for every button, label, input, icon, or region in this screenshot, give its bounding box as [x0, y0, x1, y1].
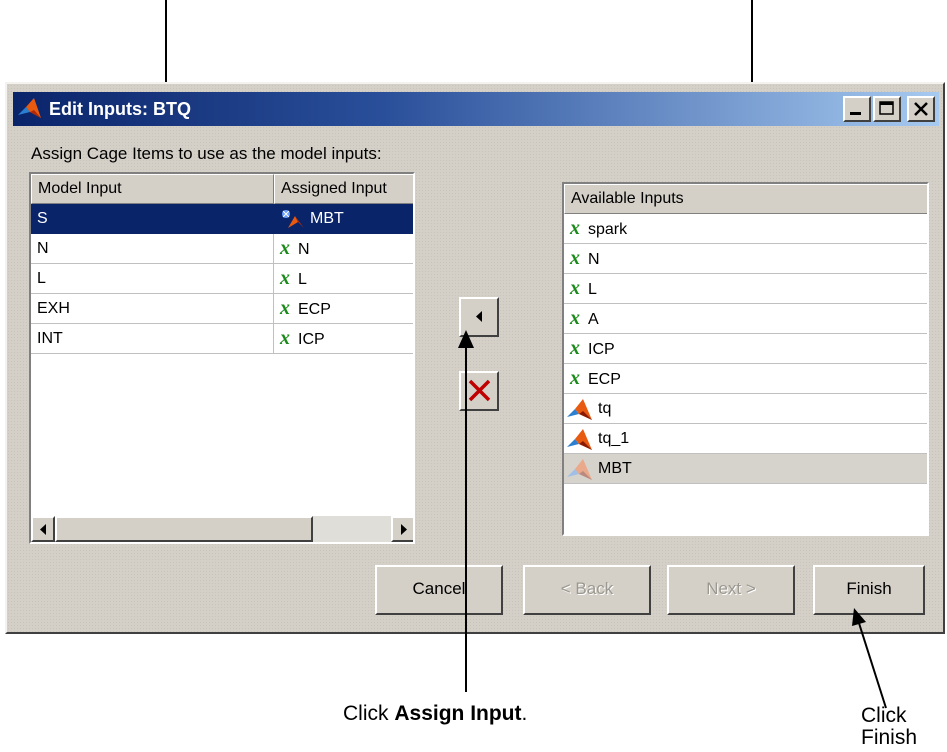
arrow-right-icon	[401, 524, 407, 535]
list-item-cell: x ICP	[564, 334, 927, 364]
model-input-cell: EXH	[31, 294, 274, 324]
model-icon	[567, 428, 592, 450]
list-item[interactable]: tq_1	[564, 424, 927, 454]
list-item-label: N	[588, 251, 600, 268]
list-item-label: tq	[598, 400, 612, 417]
assigned-input-label: L	[298, 271, 307, 288]
list-item-cell: xN	[564, 244, 927, 274]
finish-callout-line2: Finish	[861, 726, 918, 749]
maximize-button[interactable]	[873, 96, 901, 122]
list-item[interactable]: tq	[564, 394, 927, 424]
variable-x-icon: x	[570, 337, 580, 359]
table-row[interactable]: INT x ICP	[31, 324, 413, 354]
callout-bold: Assign Input	[394, 702, 522, 725]
list-item-label: L	[588, 281, 597, 298]
mbt-function-icon	[282, 209, 304, 228]
minimize-button[interactable]	[843, 96, 871, 122]
scroll-left-button[interactable]	[31, 516, 55, 542]
column-header-available-inputs[interactable]: Available Inputs	[564, 184, 927, 214]
variable-x-icon: x	[570, 247, 580, 269]
maximize-icon	[879, 101, 894, 115]
horizontal-scrollbar[interactable]	[31, 516, 413, 542]
list-item-label: ECP	[588, 371, 621, 388]
table-row[interactable]: S MBT	[31, 204, 413, 234]
window-title: Edit Inputs: BTQ	[49, 99, 191, 119]
list-item[interactable]: MBT	[564, 454, 927, 484]
window-controls	[843, 96, 935, 122]
assigned-input-label: N	[298, 241, 310, 258]
instruction-text: Assign Cage Items to use as the model in…	[31, 144, 382, 163]
close-icon	[914, 102, 928, 116]
arrow-left-icon	[40, 524, 46, 535]
list-item-cell: tq	[564, 394, 927, 424]
minimize-icon	[850, 112, 861, 115]
variable-x-icon: x	[570, 367, 580, 389]
list-item[interactable]: x spark	[564, 214, 927, 244]
model-input-cell: N	[31, 234, 274, 264]
list-item-label: ICP	[588, 341, 615, 358]
assigned-input-label: ECP	[298, 301, 331, 318]
variable-x-icon: x	[280, 237, 290, 259]
list-item[interactable]: x ECP	[564, 364, 927, 394]
variable-x-icon: x	[280, 327, 290, 349]
assigned-input-cell: xL	[274, 264, 413, 294]
list-item-cell: xA	[564, 304, 927, 334]
model-input-cell: S	[31, 204, 274, 234]
list-item-label: A	[588, 311, 599, 328]
table-row[interactable]: N xN	[31, 234, 413, 264]
list-item-cell: x spark	[564, 214, 927, 244]
model-input-table: Model Input Assigned Input S MBT N xN L …	[29, 172, 415, 544]
close-button[interactable]	[907, 96, 935, 122]
list-item[interactable]: xA	[564, 304, 927, 334]
table-row[interactable]: EXH x ECP	[31, 294, 413, 324]
callout-prefix: Click	[343, 702, 395, 725]
title-bar[interactable]: Edit Inputs: BTQ	[13, 92, 939, 126]
list-item-cell: xL	[564, 274, 927, 304]
variable-x-icon: x	[570, 277, 580, 299]
model-input-cell: INT	[31, 324, 274, 354]
scroll-thumb[interactable]	[55, 516, 313, 542]
assigned-input-cell: MBT	[274, 204, 413, 234]
edit-inputs-dialog: Edit Inputs: BTQ Assign Cage Items to us…	[5, 82, 945, 634]
remove-x-icon	[468, 379, 491, 402]
variable-x-icon: x	[280, 297, 290, 319]
model-input-cell: L	[31, 264, 274, 294]
column-header-model-input[interactable]: Model Input	[31, 174, 274, 204]
arrow-left-icon	[476, 311, 482, 322]
list-item[interactable]: xN	[564, 244, 927, 274]
callout-suffix: .	[521, 702, 528, 725]
list-item-cell: x ECP	[564, 364, 927, 394]
assigned-input-cell: x ECP	[274, 294, 413, 324]
list-item-cell: MBT	[564, 454, 927, 484]
back-button[interactable]: < Back	[523, 565, 651, 615]
list-item-label: tq_1	[598, 430, 630, 447]
scroll-right-button[interactable]	[391, 516, 413, 542]
list-item-cell: tq_1	[564, 424, 927, 454]
list-item-label: MBT	[598, 460, 632, 477]
annotation-line-finish	[852, 608, 887, 709]
table-row[interactable]: L xL	[31, 264, 413, 294]
assigned-input-label: MBT	[310, 210, 344, 227]
available-inputs-list: Available Inputs x spark xN xL xA x ICP xE…	[562, 182, 929, 536]
column-header-assigned-input[interactable]: Assigned Input	[274, 174, 413, 204]
matlab-logo-icon	[18, 98, 41, 118]
variable-x-icon: x	[570, 217, 580, 239]
finish-callout-line1: Click	[861, 704, 907, 727]
model-icon	[567, 398, 592, 420]
assigned-input-label: ICP	[298, 331, 325, 348]
variable-x-icon: x	[280, 267, 290, 289]
list-item[interactable]: xL	[564, 274, 927, 304]
list-item-label: spark	[588, 221, 628, 238]
assigned-input-cell: x ICP	[274, 324, 413, 354]
variable-x-icon: x	[570, 307, 580, 329]
cancel-button[interactable]: Cancel	[375, 565, 503, 615]
finish-callout: Click Finish	[861, 705, 917, 749]
model-faded-icon	[567, 458, 592, 480]
annotation-line-assign	[465, 340, 467, 692]
list-item[interactable]: x ICP	[564, 334, 927, 364]
assign-input-callout: Click Assign Input.	[343, 703, 527, 725]
assigned-input-cell: xN	[274, 234, 413, 264]
next-button[interactable]: Next >	[667, 565, 795, 615]
arrowhead-assign	[458, 330, 474, 348]
